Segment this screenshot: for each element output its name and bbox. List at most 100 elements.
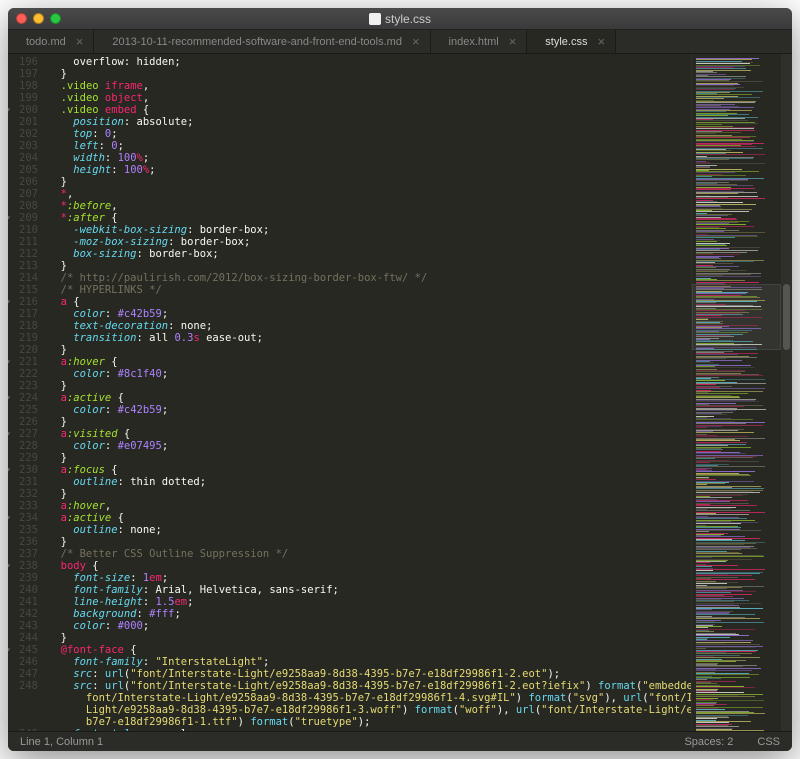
close-tab-icon[interactable]: × (412, 35, 420, 48)
code-line[interactable]: left: 0; (48, 140, 691, 152)
line-number[interactable]: 212 (8, 248, 38, 260)
line-number[interactable]: 201 (8, 116, 38, 128)
tab-style-css[interactable]: style.css× (527, 30, 616, 53)
close-tab-icon[interactable]: × (597, 35, 605, 48)
tab-2013-10-11-recommended-software-and-front-end-tools-md[interactable]: 2013-10-11-recommended-software-and-fron… (94, 30, 430, 53)
line-number[interactable] (8, 704, 38, 716)
line-number[interactable]: 199 (8, 92, 38, 104)
line-number[interactable]: 220 (8, 344, 38, 356)
line-number[interactable]: 211 (8, 236, 38, 248)
code-line[interactable]: line-height: 1.5em; (48, 596, 691, 608)
code-line[interactable]: -webkit-box-sizing: border-box; (48, 224, 691, 236)
line-number-gutter[interactable]: 1961971981992002012022032042052062072082… (8, 54, 44, 731)
code-line[interactable]: a { (48, 296, 691, 308)
code-line[interactable]: a:hover, (48, 500, 691, 512)
code-line[interactable]: } (48, 344, 691, 356)
line-number[interactable]: 223 (8, 380, 38, 392)
line-number[interactable] (8, 716, 38, 728)
line-number[interactable]: 230 (8, 464, 38, 476)
syntax-mode[interactable]: CSS (757, 736, 780, 748)
code-line[interactable]: } (48, 380, 691, 392)
line-number[interactable]: 225 (8, 404, 38, 416)
tab-index-html[interactable]: index.html× (431, 30, 528, 53)
titlebar[interactable]: style.css (8, 8, 792, 30)
code-line[interactable]: /* http://paulirish.com/2012/box-sizing-… (48, 272, 691, 284)
line-number[interactable]: 202 (8, 128, 38, 140)
line-number[interactable]: 229 (8, 452, 38, 464)
code-line[interactable]: *, (48, 188, 691, 200)
line-number[interactable]: 204 (8, 152, 38, 164)
line-number[interactable]: 249 (8, 728, 38, 731)
line-number[interactable]: 198 (8, 80, 38, 92)
code-line[interactable]: color: #c42b59; (48, 404, 691, 416)
line-number[interactable]: 224 (8, 392, 38, 404)
code-line[interactable]: } (48, 260, 691, 272)
line-number[interactable]: 240 (8, 584, 38, 596)
code-line[interactable]: color: #c42b59; (48, 308, 691, 320)
zoom-window-button[interactable] (50, 13, 61, 24)
code-line[interactable]: transition: all 0.3s ease-out; (48, 332, 691, 344)
line-number[interactable]: 196 (8, 56, 38, 68)
line-number[interactable]: 238 (8, 560, 38, 572)
code-line[interactable]: a:visited { (48, 428, 691, 440)
line-number[interactable]: 234 (8, 512, 38, 524)
code-line[interactable]: position: absolute; (48, 116, 691, 128)
code-line[interactable]: .video iframe, (48, 80, 691, 92)
line-number[interactable]: 206 (8, 176, 38, 188)
code-line[interactable]: } (48, 488, 691, 500)
line-number[interactable]: 244 (8, 632, 38, 644)
cursor-position[interactable]: Line 1, Column 1 (20, 736, 103, 748)
line-number[interactable]: 219 (8, 332, 38, 344)
code-line[interactable]: /* Better CSS Outline Suppression */ (48, 548, 691, 560)
line-number[interactable]: 205 (8, 164, 38, 176)
code-line[interactable]: overflow: hidden; (48, 56, 691, 68)
code-line[interactable]: } (48, 452, 691, 464)
code-line[interactable]: /* HYPERLINKS */ (48, 284, 691, 296)
code-line[interactable]: a:active { (48, 512, 691, 524)
code-line[interactable]: src: url("font/Interstate-Light/e9258aa9… (48, 668, 691, 680)
code-line[interactable]: top: 0; (48, 128, 691, 140)
code-line[interactable]: *:before, (48, 200, 691, 212)
code-line[interactable]: } (48, 416, 691, 428)
close-tab-icon[interactable]: × (509, 35, 517, 48)
code-line[interactable]: outline: none; (48, 524, 691, 536)
line-number[interactable]: 226 (8, 416, 38, 428)
code-line[interactable]: a:hover { (48, 356, 691, 368)
code-line[interactable]: font-family: "InterstateLight"; (48, 656, 691, 668)
code-line[interactable]: font/Interstate-Light/e9258aa9-8d38-4395… (48, 692, 691, 704)
line-number[interactable]: 237 (8, 548, 38, 560)
line-number[interactable]: 231 (8, 476, 38, 488)
code-line[interactable]: font-family: Arial, Helvetica, sans-seri… (48, 584, 691, 596)
code-line[interactable]: width: 100%; (48, 152, 691, 164)
line-number[interactable]: 200 (8, 104, 38, 116)
close-tab-icon[interactable]: × (76, 35, 84, 48)
close-window-button[interactable] (16, 13, 27, 24)
line-number[interactable]: 242 (8, 608, 38, 620)
line-number[interactable]: 222 (8, 368, 38, 380)
code-line[interactable]: color: #8c1f40; (48, 368, 691, 380)
code-line[interactable]: outline: thin dotted; (48, 476, 691, 488)
code-line[interactable]: height: 100%; (48, 164, 691, 176)
line-number[interactable]: 207 (8, 188, 38, 200)
code-line[interactable]: color: #000; (48, 620, 691, 632)
code-line[interactable]: -moz-box-sizing: border-box; (48, 236, 691, 248)
line-number[interactable]: 246 (8, 656, 38, 668)
code-line[interactable]: } (48, 632, 691, 644)
line-number[interactable]: 210 (8, 224, 38, 236)
code-line[interactable]: } (48, 536, 691, 548)
line-number[interactable]: 218 (8, 320, 38, 332)
line-number[interactable]: 208 (8, 200, 38, 212)
code-line[interactable]: a:focus { (48, 464, 691, 476)
indent-setting[interactable]: Spaces: 2 (684, 736, 733, 748)
code-line[interactable]: font-style: normal; (48, 728, 691, 731)
line-number[interactable]: 216 (8, 296, 38, 308)
code-line[interactable]: text-decoration: none; (48, 320, 691, 332)
line-number[interactable]: 214 (8, 272, 38, 284)
line-number[interactable]: 243 (8, 620, 38, 632)
code-line[interactable]: body { (48, 560, 691, 572)
line-number[interactable]: 245 (8, 644, 38, 656)
line-number[interactable]: 241 (8, 596, 38, 608)
code-line[interactable]: } (48, 176, 691, 188)
code-line[interactable]: @font-face { (48, 644, 691, 656)
line-number[interactable]: 232 (8, 488, 38, 500)
